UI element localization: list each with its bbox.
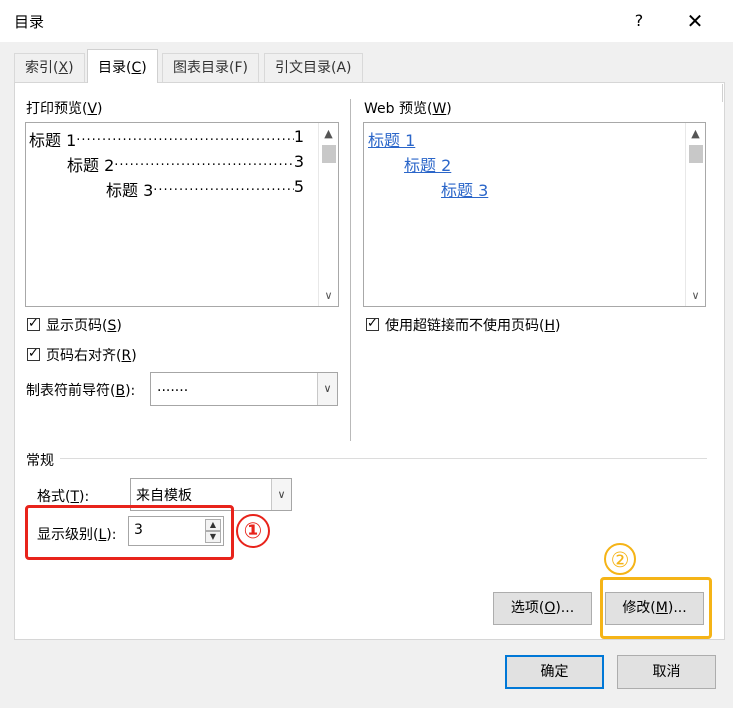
- print-preview-line: 标题 3....................................…: [106, 177, 304, 200]
- scroll-up-icon[interactable]: ▲: [686, 127, 705, 140]
- formats-value: 来自模板: [136, 488, 192, 504]
- print-preview-scrollbar[interactable]: ▲ ∨: [318, 123, 338, 306]
- chevron-down-icon[interactable]: ∨: [271, 479, 291, 510]
- help-button[interactable]: ?: [622, 6, 656, 36]
- panel-edge: [722, 84, 731, 102]
- tab-leader-value: .......: [157, 379, 189, 395]
- general-divider: [60, 458, 707, 459]
- window-title: 目录: [14, 13, 45, 31]
- web-preview-link[interactable]: 标题 1: [368, 127, 415, 151]
- print-preview-box: 标题 1....................................…: [25, 122, 339, 307]
- tab-table-of-figures[interactable]: 图表目录(F): [162, 53, 259, 82]
- tab-leader-select[interactable]: ....... ∨: [150, 372, 338, 406]
- scroll-up-icon[interactable]: ▲: [319, 127, 338, 140]
- annotation-box-step2: [600, 577, 712, 639]
- options-button[interactable]: 选项(O)...: [493, 592, 592, 625]
- use-hyperlinks-checkbox[interactable]: [366, 316, 379, 331]
- annotation-box-step1: [25, 505, 234, 560]
- scroll-thumb[interactable]: [689, 145, 703, 163]
- formats-label: 格式(T):: [37, 489, 90, 505]
- close-button[interactable]: ✕: [676, 6, 714, 36]
- scroll-thumb[interactable]: [322, 145, 336, 163]
- scroll-down-icon[interactable]: ∨: [319, 289, 338, 302]
- ok-button[interactable]: 确定: [505, 655, 604, 689]
- general-section-label: 常规: [26, 453, 54, 469]
- print-preview-label: 打印预览(V): [26, 101, 103, 117]
- web-preview-link[interactable]: 标题 3: [441, 177, 488, 201]
- use-hyperlinks-label[interactable]: 使用超链接而不使用页码(H): [385, 315, 560, 335]
- right-align-label[interactable]: 页码右对齐(R): [46, 345, 137, 365]
- show-page-numbers-checkbox[interactable]: [27, 316, 40, 331]
- tab-toc[interactable]: 目录(C): [87, 49, 158, 83]
- right-align-checkbox[interactable]: [27, 346, 40, 361]
- web-preview-scrollbar[interactable]: ▲ ∨: [685, 123, 705, 306]
- annotation-number-step2: ②: [604, 543, 636, 575]
- cancel-button[interactable]: 取消: [617, 655, 716, 689]
- scroll-down-icon[interactable]: ∨: [686, 289, 705, 302]
- annotation-number-step1: ①: [236, 514, 270, 548]
- tab-index[interactable]: 索引(X): [14, 53, 85, 82]
- chevron-down-icon[interactable]: ∨: [317, 373, 337, 405]
- show-page-numbers-label[interactable]: 显示页码(S): [46, 315, 122, 335]
- web-preview-box: 标题 1 标题 2 标题 3 ▲ ∨: [363, 122, 706, 307]
- tab-table-of-authorities[interactable]: 引文目录(A): [264, 53, 363, 82]
- print-preview-line: 标题 2....................................…: [67, 152, 304, 175]
- print-preview-line: 标题 1....................................…: [29, 127, 304, 150]
- tab-leader-label: 制表符前导符(B):: [26, 383, 136, 399]
- web-preview-link[interactable]: 标题 2: [404, 152, 451, 176]
- preview-divider: [350, 99, 351, 441]
- web-preview-label: Web 预览(W): [364, 101, 452, 117]
